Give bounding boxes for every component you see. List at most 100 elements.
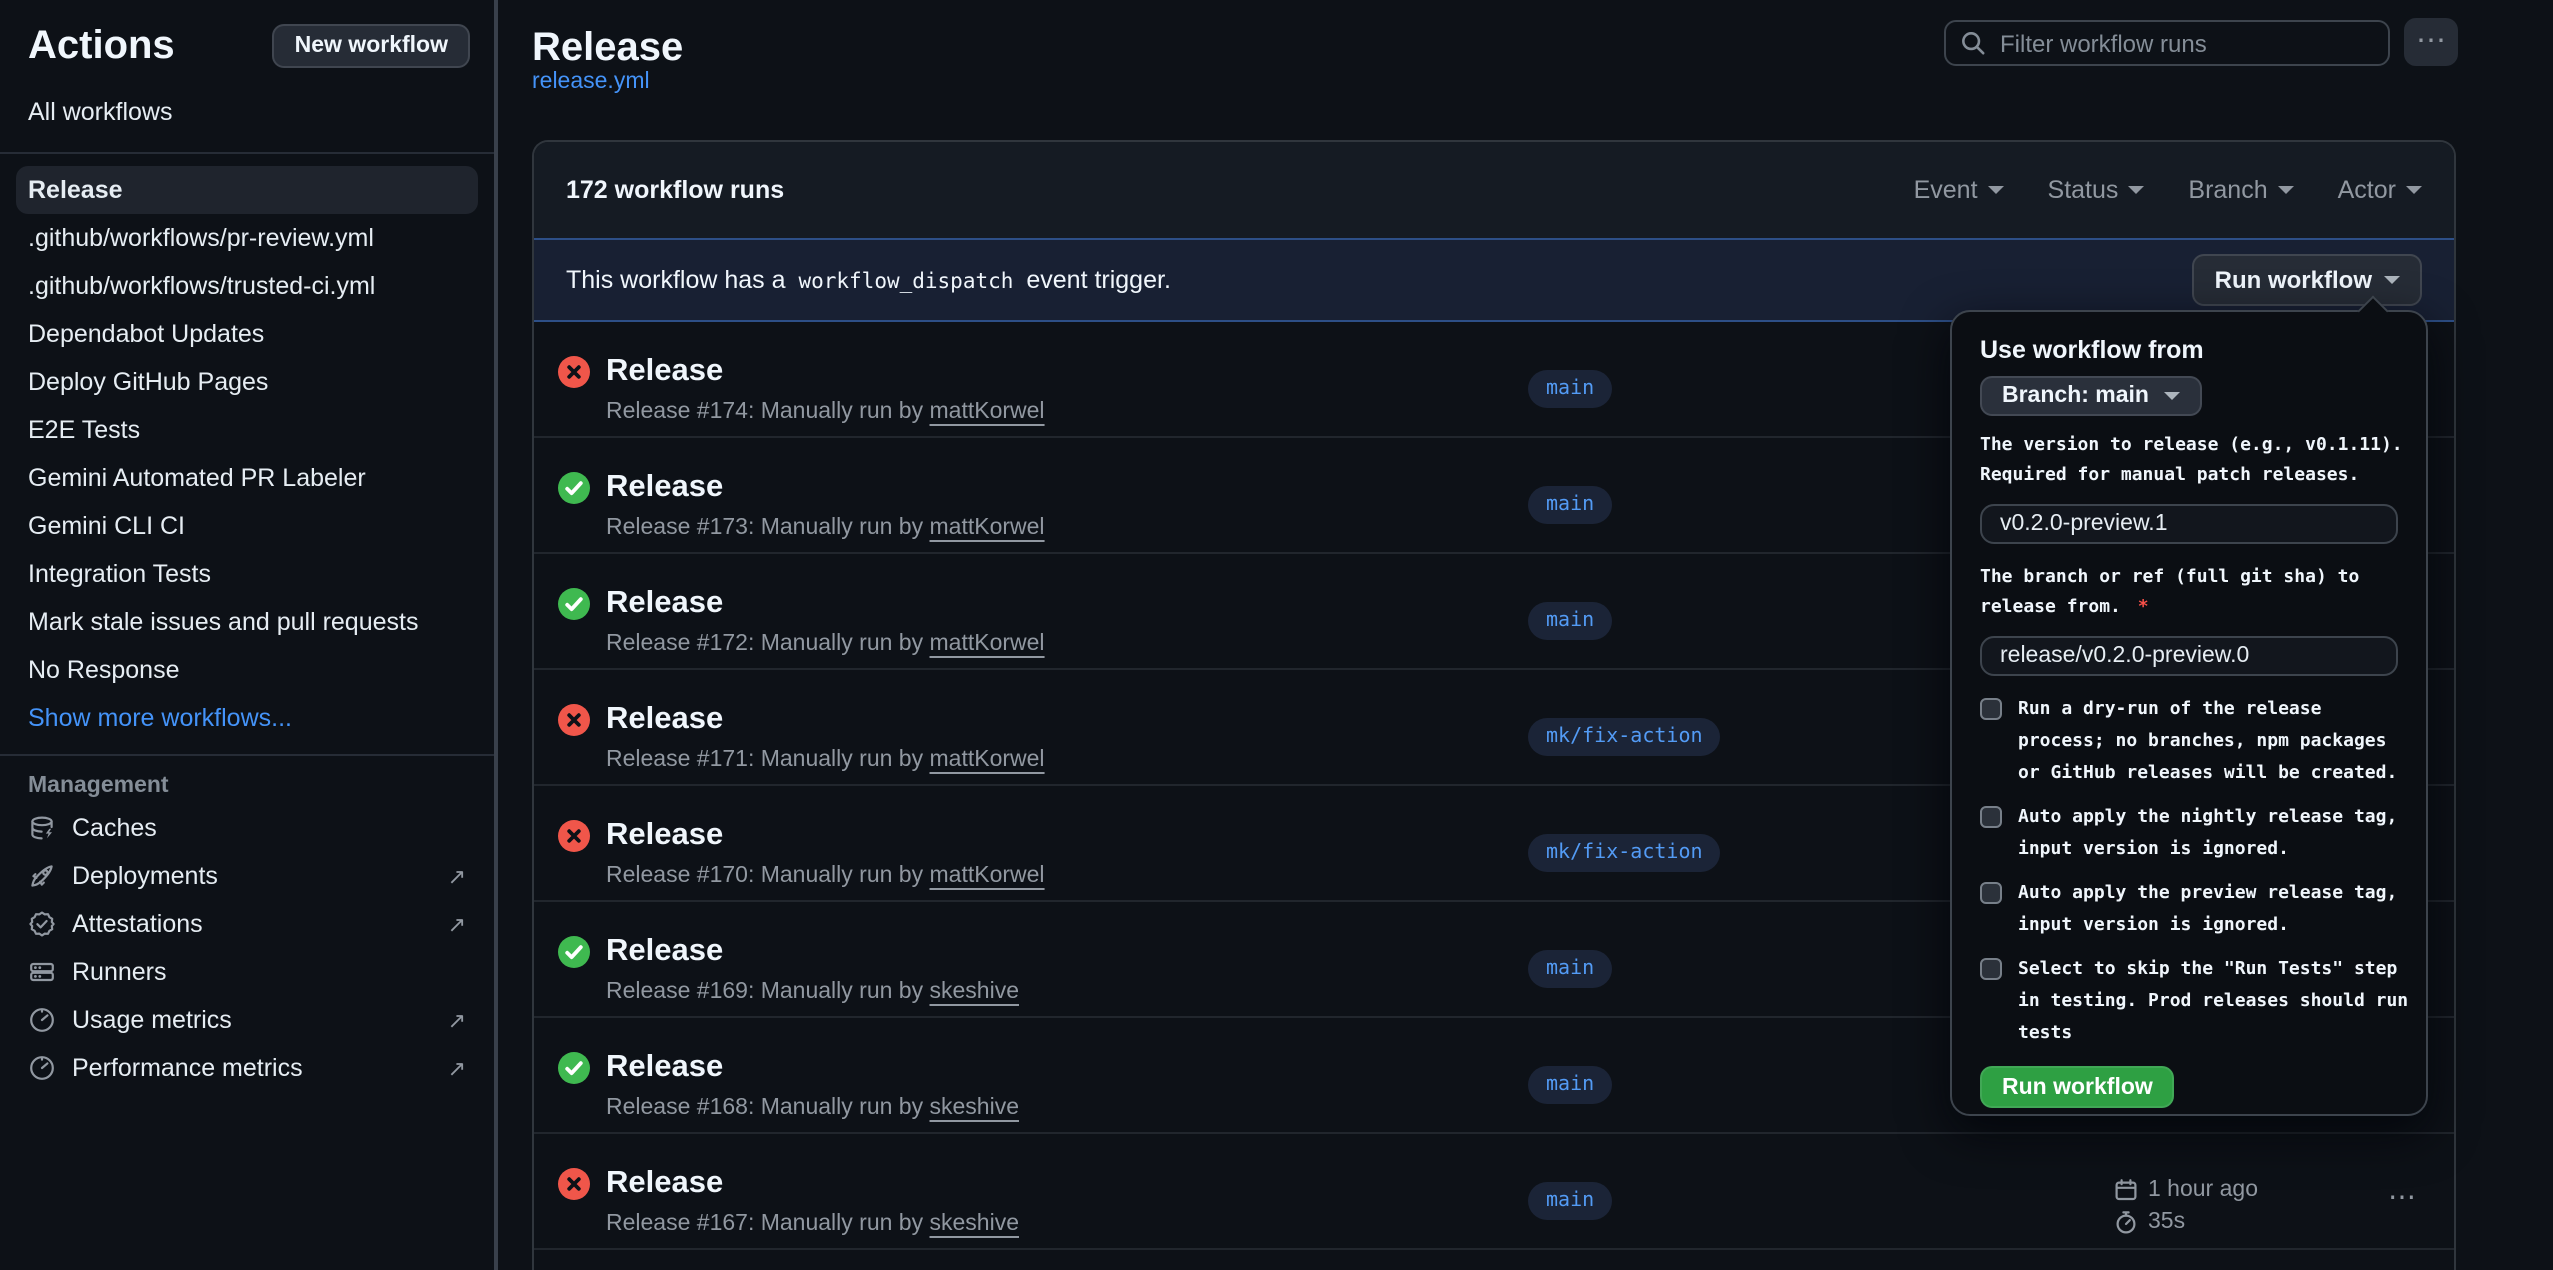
- run-workflow-submit-button[interactable]: Run workflow: [1980, 1066, 2175, 1108]
- show-more-workflows-link[interactable]: Show more workflows...: [16, 694, 478, 742]
- run-title-link[interactable]: Release: [606, 1048, 723, 1088]
- label-line: Auto apply the nightly release tag,: [2018, 802, 2397, 834]
- version-input[interactable]: [1980, 504, 2398, 544]
- branch-badge[interactable]: main: [1528, 950, 1612, 988]
- dialog-checkbox-row[interactable]: Run a dry-run of the releaseprocess; no …: [1980, 694, 2398, 790]
- version-input-label: The version to release (e.g., v0.1.11).R…: [1980, 432, 2398, 492]
- run-title-link[interactable]: Release: [606, 1164, 723, 1204]
- branch-badge[interactable]: main: [1528, 602, 1612, 640]
- actor-link[interactable]: skeshive: [930, 980, 1020, 1004]
- sidebar-item-label: Runners: [72, 958, 167, 986]
- run-title-link[interactable]: Release: [606, 700, 723, 740]
- run-title-link[interactable]: Release: [606, 584, 723, 624]
- actions-sidebar: Actions New workflow All workflows Relea…: [0, 0, 498, 1270]
- actor-link[interactable]: skeshive: [930, 1212, 1020, 1236]
- page-title: Release: [532, 26, 683, 70]
- run-title-link[interactable]: Release: [606, 816, 723, 856]
- new-workflow-button[interactable]: New workflow: [273, 24, 470, 68]
- management-list: CachesDeployments↗ Attestations ↗ Runners Us…: [0, 804, 494, 1092]
- sidebar-item-mark-stale-issues-and-pull-requests[interactable]: Mark stale issues and pull requests: [16, 598, 478, 646]
- external-link-icon: ↗: [448, 911, 466, 937]
- label-line: Run a dry-run of the release: [2018, 694, 2397, 726]
- label-line: tests: [2018, 1018, 2408, 1050]
- sidebar-item-deploy-github-pages[interactable]: Deploy GitHub Pages: [16, 358, 478, 406]
- run-workflow-dropdown-button[interactable]: Run workflow: [2193, 254, 2422, 306]
- filter-dropdown-event[interactable]: Event: [1914, 176, 2004, 204]
- branch-badge[interactable]: main: [1528, 1066, 1612, 1104]
- label-line: input version is ignored.: [2018, 910, 2397, 942]
- external-link-icon: ↗: [448, 863, 466, 889]
- label-line: The branch or ref (full git sha) to: [1980, 564, 2398, 594]
- run-time-label: 1 hour ago: [2148, 1178, 2258, 1202]
- branch-selector-button[interactable]: Branch: main: [1980, 376, 2201, 416]
- sidebar-item-label: Attestations: [72, 910, 203, 938]
- workflow-file-link[interactable]: release.yml: [532, 70, 650, 94]
- run-description: Release #172: Manually run by mattKorwel: [606, 630, 1045, 658]
- actor-link[interactable]: mattKorwel: [930, 516, 1045, 540]
- run-title-link[interactable]: Release: [606, 932, 723, 972]
- workflow-options-kebab-button[interactable]: ⋯: [2404, 18, 2458, 66]
- ref-input[interactable]: [1980, 636, 2398, 676]
- sidebar-item-usage-metrics[interactable]: Usage metrics↗: [0, 996, 494, 1044]
- filter-dropdown-status[interactable]: Status: [2048, 176, 2145, 204]
- branch-badge[interactable]: mk/fix-action: [1528, 834, 1721, 872]
- run-description-text: Release #167: Manually run by: [606, 1212, 930, 1236]
- run-description-text: Release #171: Manually run by: [606, 748, 930, 772]
- sidebar-item-no-response[interactable]: No Response: [16, 646, 478, 694]
- branch-badge[interactable]: main: [1528, 1182, 1612, 1220]
- filter-label: Status: [2048, 176, 2119, 204]
- all-workflows-link[interactable]: All workflows: [28, 98, 494, 126]
- github-actions-page: Actions New workflow All workflows Relea…: [0, 0, 2553, 1270]
- run-description: Release #171: Manually run by mattKorwel: [606, 746, 1045, 774]
- filter-workflow-runs-input[interactable]: [1944, 20, 2390, 66]
- workflow-list: Release.github/workflows/pr-review.yml.g…: [0, 166, 494, 694]
- actor-link[interactable]: mattKorwel: [930, 748, 1045, 772]
- search-icon: [1960, 30, 1986, 56]
- sidebar-item-runners[interactable]: Runners: [0, 948, 494, 996]
- sidebar-item-gemini-cli-ci[interactable]: Gemini CLI CI: [16, 502, 478, 550]
- checkbox-label: Run a dry-run of the releaseprocess; no …: [2018, 694, 2397, 790]
- branch-badge[interactable]: main: [1528, 486, 1612, 524]
- sidebar-item-caches[interactable]: Caches: [0, 804, 494, 852]
- filter-dropdown-actor[interactable]: Actor: [2338, 176, 2422, 204]
- sidebar-item-performance-metrics[interactable]: Performance metrics↗: [0, 1044, 494, 1092]
- actor-link[interactable]: skeshive: [930, 1096, 1020, 1120]
- filter-dropdown-branch[interactable]: Branch: [2188, 176, 2293, 204]
- run-description: Release #168: Manually run by skeshive: [606, 1094, 1019, 1122]
- workflow-run-row: Release Release #167: Manually run by ske…: [534, 1134, 2454, 1250]
- dialog-title: Use workflow from: [1980, 336, 2398, 364]
- checkbox-unchecked-icon[interactable]: [1980, 882, 2002, 904]
- checkbox-unchecked-icon[interactable]: [1980, 958, 2002, 980]
- run-description-text: Release #168: Manually run by: [606, 1096, 930, 1120]
- sidebar-item-e2e-tests[interactable]: E2E Tests: [16, 406, 478, 454]
- sidebar-item-github-workflows-trusted-ci-yml[interactable]: .github/workflows/trusted-ci.yml: [16, 262, 478, 310]
- run-title-link[interactable]: Release: [606, 352, 723, 392]
- sidebar-item-deployments[interactable]: Deployments↗: [0, 852, 494, 900]
- actor-link[interactable]: mattKorwel: [930, 400, 1045, 424]
- checkbox-unchecked-icon[interactable]: [1980, 806, 2002, 828]
- label-line: process; no branches, npm packages: [2018, 726, 2397, 758]
- sidebar-item-release[interactable]: Release: [16, 166, 478, 214]
- run-options-kebab-button[interactable]: ⋯: [2376, 1182, 2430, 1210]
- dialog-checkbox-row[interactable]: Auto apply the nightly release tag,input…: [1980, 802, 2398, 866]
- success-icon: [558, 588, 590, 620]
- meter-icon: [28, 1054, 56, 1082]
- branch-badge[interactable]: mk/fix-action: [1528, 718, 1721, 756]
- chevron-down-icon: [1988, 186, 2004, 202]
- dialog-checkbox-row[interactable]: Select to skip the "Run Tests" stepin te…: [1980, 954, 2398, 1050]
- filter-label: Actor: [2338, 176, 2396, 204]
- branch-badge[interactable]: main: [1528, 370, 1612, 408]
- sidebar-item-attestations[interactable]: Attestations ↗: [0, 900, 494, 948]
- sidebar-item-dependabot-updates[interactable]: Dependabot Updates: [16, 310, 478, 358]
- run-meta: 1 hour ago35s: [2114, 1174, 2258, 1238]
- checkbox-unchecked-icon[interactable]: [1980, 698, 2002, 720]
- actor-link[interactable]: mattKorwel: [930, 864, 1045, 888]
- dialog-checkbox-row[interactable]: Auto apply the preview release tag,input…: [1980, 878, 2398, 942]
- sidebar-item-github-workflows-pr-review-yml[interactable]: .github/workflows/pr-review.yml: [16, 214, 478, 262]
- label-line: input version is ignored.: [2018, 834, 2397, 866]
- sidebar-item-integration-tests[interactable]: Integration Tests: [16, 550, 478, 598]
- required-asterisk: *: [2127, 598, 2149, 618]
- sidebar-item-gemini-automated-pr-labeler[interactable]: Gemini Automated PR Labeler: [16, 454, 478, 502]
- actor-link[interactable]: mattKorwel: [930, 632, 1045, 656]
- run-title-link[interactable]: Release: [606, 468, 723, 508]
